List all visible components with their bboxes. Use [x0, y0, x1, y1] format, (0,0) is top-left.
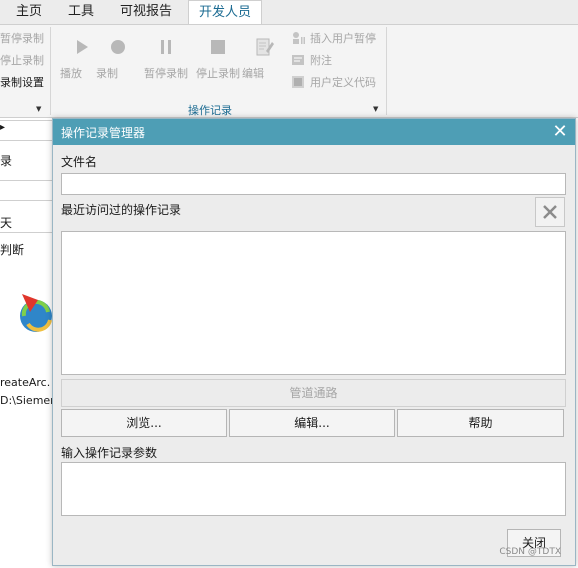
group-expand-icon[interactable]: ▼	[373, 105, 378, 113]
params-label: 输入操作记录参数	[61, 446, 158, 460]
tab-developer[interactable]: 开发人员	[188, 0, 263, 24]
left-record-settings[interactable]: 录制设置	[0, 74, 44, 90]
filename-label: 文件名	[61, 155, 98, 169]
user-defined-code-button[interactable]: 用户定义代码	[291, 74, 376, 90]
left-panel: ▸ 录 天 判断 reateArc. D:\Siemen	[0, 118, 57, 568]
pipeline-button[interactable]: 管道通路	[61, 379, 566, 407]
journal-manager-dialog: 操作记录管理器 ✕ 文件名 最近访问过的操作记录 管道通路 浏览... 编辑..…	[52, 118, 576, 566]
edit-record-button[interactable]: 编辑	[242, 33, 286, 89]
edit-document-icon	[256, 38, 274, 56]
panel-row-judge: 判断	[0, 243, 25, 257]
tab-tools[interactable]: 工具	[58, 0, 104, 24]
recent-records-list[interactable]	[61, 231, 566, 375]
dialog-title-bar[interactable]: 操作记录管理器 ✕	[53, 119, 575, 145]
left-pause-record[interactable]: 暂停录制	[0, 30, 44, 46]
close-icon[interactable]: ✕	[549, 121, 571, 143]
group-expand-icon[interactable]: ▼	[36, 105, 41, 113]
pause-record-button[interactable]: 暂停录制	[144, 33, 188, 89]
tab-visual-report[interactable]: 可视报告	[110, 0, 182, 24]
stop-icon	[211, 40, 225, 54]
record-button[interactable]: 录制	[96, 33, 140, 89]
code-icon	[292, 76, 304, 88]
record-icon	[111, 40, 125, 54]
stop-record-button[interactable]: 停止录制	[196, 33, 240, 89]
help-button[interactable]: 帮助	[397, 409, 564, 437]
params-input[interactable]	[61, 462, 566, 516]
tab-home[interactable]: 主页	[6, 0, 52, 24]
panel-row-day: 天	[0, 216, 13, 230]
group-separator	[386, 27, 387, 115]
divider	[0, 140, 52, 141]
divider	[0, 120, 52, 121]
ribbon-panel: 暂停录制 停止录制 录制设置 ▼ 播放 录制 暂停录制 停止录制 编辑 插入用户…	[0, 24, 578, 118]
annotation-icon	[292, 55, 304, 65]
panel-heading: 录	[0, 154, 13, 168]
file-name-text: reateArc.	[0, 376, 51, 389]
file-path-text: D:\Siemen	[0, 394, 58, 407]
dialog-title: 操作记录管理器	[61, 126, 146, 140]
operation-record-group-title: 操作记录	[188, 104, 232, 117]
insert-pause-icon	[293, 32, 305, 44]
group-separator	[50, 27, 51, 115]
clear-list-button[interactable]	[535, 197, 565, 227]
play-icon	[77, 40, 88, 54]
divider	[0, 180, 52, 181]
recent-records-label: 最近访问过的操作记录	[61, 203, 182, 217]
clear-x-icon	[543, 205, 557, 219]
filename-input[interactable]	[61, 173, 566, 195]
divider	[0, 200, 52, 201]
left-stop-record[interactable]: 停止录制	[0, 52, 44, 68]
insert-user-pause-button[interactable]: 插入用户暂停	[291, 30, 376, 46]
ribbon-tab-bar: 主页 工具 可视报告 开发人员	[0, 0, 578, 24]
browse-button[interactable]: 浏览...	[61, 409, 227, 437]
annotation-button[interactable]: 附注	[291, 52, 332, 68]
divider	[0, 232, 52, 233]
pause-icon	[161, 40, 171, 54]
watermark: CSDN @TDTX	[499, 547, 561, 557]
edit-button[interactable]: 编辑...	[229, 409, 395, 437]
panel-toggle-icon[interactable]: ▸	[0, 122, 5, 133]
journal-file-icon	[20, 294, 52, 332]
